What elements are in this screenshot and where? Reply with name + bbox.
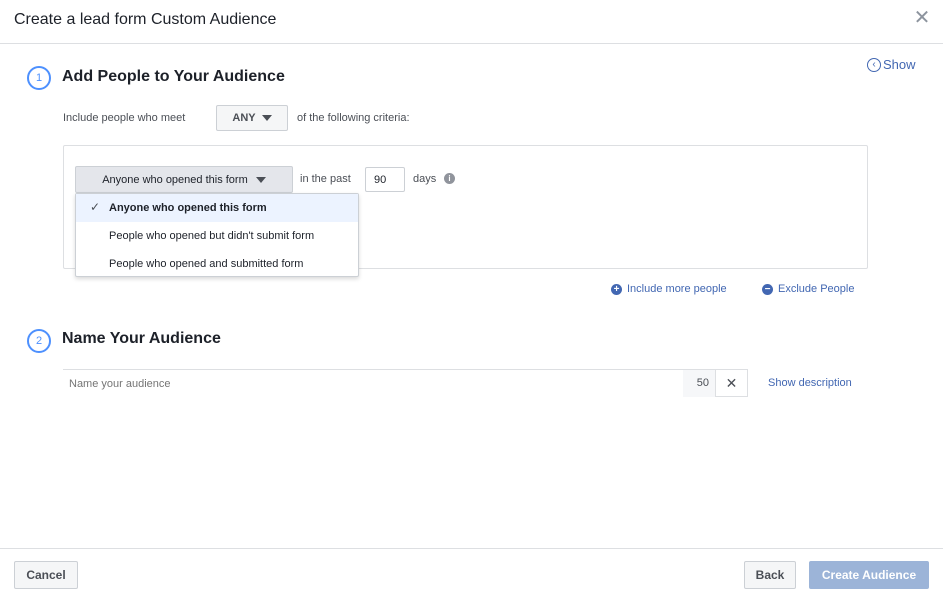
show-toggle-label: Show [883,57,916,72]
info-icon[interactable]: i [444,173,455,184]
menu-item-opened-not-submitted[interactable]: People who opened but didn't submit form [76,222,358,250]
include-more-people-link[interactable]: + Include more people [611,283,727,295]
chevron-left-circle-icon: ‹ [867,57,881,72]
plus-circle-icon: + [611,283,622,295]
match-type-dropdown[interactable]: ANY [216,105,288,131]
rule-type-dropdown[interactable]: Anyone who opened this form [75,166,293,193]
dialog-title: Create a lead form Custom Audience [14,11,277,28]
rule-type-menu: ✓ Anyone who opened this form People who… [75,193,359,277]
close-icon[interactable]: ✕ [913,8,931,28]
audience-name-row: 50 ✕ [63,369,748,397]
show-toggle-link[interactable]: ‹ Show [867,57,916,72]
char-count: 50 [683,370,715,397]
audience-name-input[interactable] [63,370,683,397]
checkmark-icon: ✓ [90,200,101,214]
in-the-past-label: in the past [300,173,351,185]
menu-item-label: People who opened but didn't submit form [109,230,315,242]
caret-down-icon [255,176,266,183]
criteria-suffix: of the following criteria: [297,112,410,124]
exclude-people-link[interactable]: − Exclude People [762,283,854,295]
rule-type-value: Anyone who opened this form [102,173,248,186]
criteria-prefix: Include people who meet [63,112,186,124]
create-audience-button[interactable]: Create Audience [809,561,929,589]
include-more-label: Include more people [627,283,727,295]
retention-days-input[interactable] [365,167,405,192]
caret-down-icon [261,115,272,121]
clear-name-button[interactable]: ✕ [715,370,748,397]
menu-item-label: Anyone who opened this form [109,202,267,214]
show-description-link[interactable]: Show description [768,377,852,389]
step-1-number: 1 [27,66,51,90]
dialog-footer: Cancel Back Create Audience [0,548,943,597]
menu-item-label: People who opened and submitted form [109,258,304,270]
back-button[interactable]: Back [744,561,796,589]
exclude-label: Exclude People [778,283,855,295]
days-label: days [413,173,437,185]
step-2-title: Name Your Audience [62,330,221,347]
dialog-header: Create a lead form Custom Audience ✕ [0,0,943,44]
minus-circle-icon: − [762,283,773,295]
match-type-value: ANY [232,112,256,124]
menu-item-anyone-opened[interactable]: ✓ Anyone who opened this form [76,194,358,222]
cancel-button[interactable]: Cancel [14,561,78,589]
step-2-number: 2 [27,329,51,353]
menu-item-opened-and-submitted[interactable]: People who opened and submitted form [76,250,358,278]
step-1-title: Add People to Your Audience [62,68,285,85]
